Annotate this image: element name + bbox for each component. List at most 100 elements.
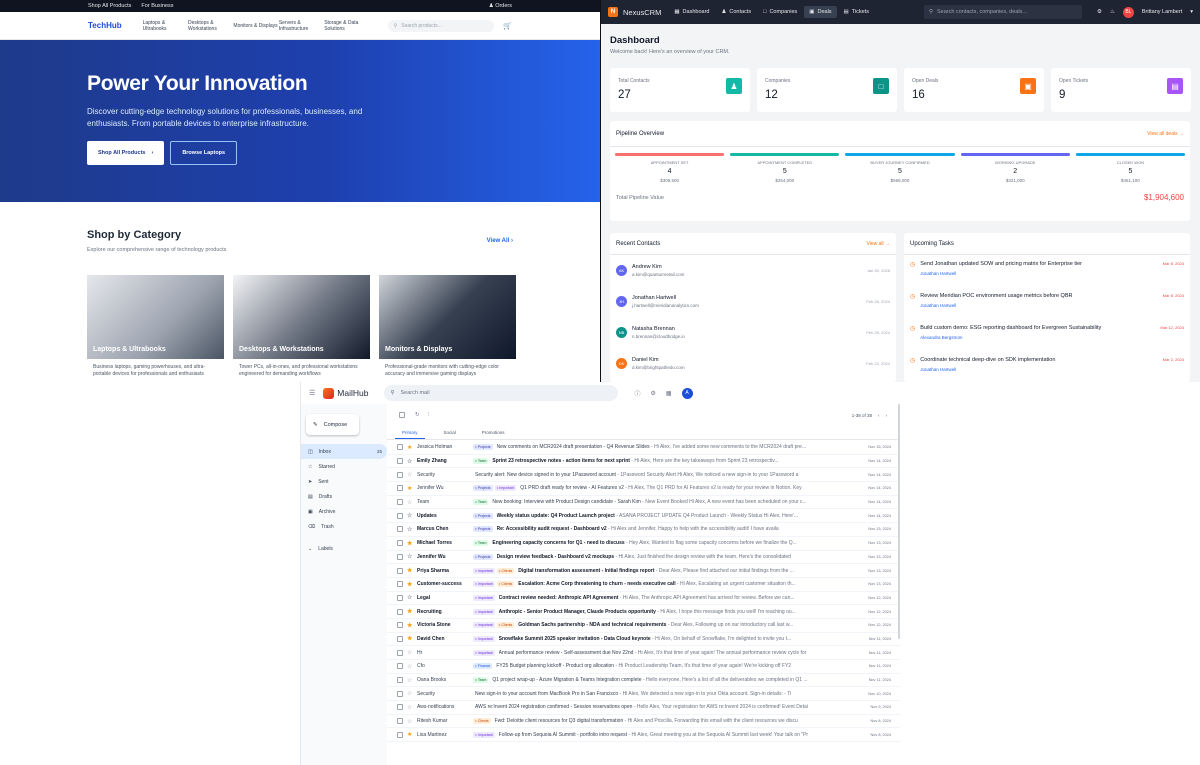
- shop-all-link[interactable]: Shop All Products: [88, 3, 131, 9]
- folder-inbox[interactable]: ◫ Inbox 25: [301, 444, 387, 459]
- row-checkbox[interactable]: [397, 553, 403, 560]
- email-row[interactable]: ☆ Cfo ⭑ Finance FY25 Budget planning kickof…: [387, 660, 900, 674]
- folder-sent[interactable]: ➤ Sent: [301, 474, 387, 489]
- row-checkbox[interactable]: [397, 622, 403, 629]
- techhub-logo[interactable]: TechHub: [88, 21, 122, 30]
- email-row[interactable]: ☆ Marcus Chen ⭑ Projects Re: Accessibility …: [387, 523, 900, 537]
- bell-icon[interactable]: ♨: [1110, 9, 1115, 15]
- user-name[interactable]: Brittany Lambert: [1142, 9, 1182, 15]
- contact-row[interactable]: AK Andrew Kim a.kim@quantumretail.com Jan…: [610, 255, 896, 286]
- folder-drafts[interactable]: ▤ Drafts: [301, 489, 387, 504]
- tab-companies[interactable]: □ Companies: [758, 6, 802, 18]
- task-row[interactable]: ◷ Review Meridian POC environment usage …: [904, 287, 1190, 319]
- for-business-link[interactable]: For Business: [141, 3, 173, 9]
- labels-toggle[interactable]: ⌄ Labels: [301, 546, 387, 552]
- row-checkbox[interactable]: [397, 635, 403, 642]
- row-checkbox[interactable]: [397, 526, 403, 533]
- crm-search-input[interactable]: ⚲ Search contacts, companies, deals...: [923, 5, 1082, 19]
- row-checkbox[interactable]: [397, 512, 403, 519]
- email-row[interactable]: ☆ Security Security alert: New device sign…: [387, 468, 900, 483]
- orders-link[interactable]: ♟ Orders: [489, 3, 512, 9]
- more-vertical-icon[interactable]: ⋮: [426, 412, 432, 418]
- nav-laptops[interactable]: Laptops & Ultrabooks: [143, 20, 188, 32]
- nav-monitors[interactable]: Monitors & Displays: [233, 23, 278, 29]
- row-checkbox[interactable]: [397, 567, 403, 574]
- mailhub-logo[interactable]: MailHub: [323, 387, 368, 399]
- contact-row[interactable]: NB Natasha Brennan n.brennan@cloudbridge.…: [610, 317, 896, 348]
- star-icon[interactable]: ☆: [407, 690, 417, 697]
- browse-laptops-button[interactable]: Browse Laptops: [170, 141, 238, 165]
- star-icon[interactable]: ★: [407, 608, 417, 615]
- tab-primary[interactable]: Primary: [395, 426, 425, 439]
- star-icon[interactable]: ★: [407, 581, 417, 588]
- email-row[interactable]: ★ David Chen ⭑ Important Snowflake Summit 2…: [387, 633, 900, 647]
- row-checkbox[interactable]: [397, 485, 403, 492]
- stat-open-deals[interactable]: Open Deals 16 ▣: [904, 68, 1044, 112]
- star-icon[interactable]: ☆: [407, 649, 417, 656]
- stat-open-tickets[interactable]: Open Tickets 9 ▤: [1051, 68, 1191, 112]
- chevron-right-icon[interactable]: ›: [886, 413, 888, 418]
- row-checkbox[interactable]: [397, 471, 403, 478]
- folder-archive[interactable]: ▣ Archive: [301, 504, 387, 519]
- star-icon[interactable]: ★: [407, 540, 417, 547]
- email-row[interactable]: ☆ Security New sign-in to your account fro…: [387, 687, 900, 702]
- folder-trash[interactable]: ⌫ Trash: [301, 519, 387, 534]
- view-all-deals-link[interactable]: View all deals →: [1147, 131, 1184, 137]
- email-row[interactable]: ☆ Aws-notifications AWS re:Invent 2024 reg…: [387, 701, 900, 715]
- row-checkbox[interactable]: [397, 444, 403, 451]
- user-avatar[interactable]: A: [681, 387, 693, 399]
- email-row[interactable]: ★ Customer-success ⭑ Important ⭑ Clients Esc…: [387, 578, 900, 592]
- contact-row[interactable]: DK Daniel Kim d.kim@brightpathedu.com Feb…: [610, 348, 896, 379]
- email-row[interactable]: ☆ Team ⭑ Team New booking: Interview with P…: [387, 496, 900, 510]
- scrollbar[interactable]: [898, 404, 900, 639]
- cart-icon[interactable]: 🛒: [503, 22, 512, 30]
- compose-button[interactable]: ✎ Compose: [306, 414, 359, 435]
- task-row[interactable]: ◷ Coordinate technical deep-dive on SDK …: [904, 351, 1190, 382]
- nav-desktops[interactable]: Desktops & Workstations: [188, 20, 233, 32]
- row-checkbox[interactable]: [397, 458, 403, 465]
- help-icon[interactable]: ⓘ: [634, 389, 640, 398]
- view-all-link[interactable]: View All ›: [487, 238, 513, 244]
- star-icon[interactable]: ☆: [407, 499, 417, 506]
- tab-tickets[interactable]: ▤ Tickets: [839, 6, 874, 18]
- row-checkbox[interactable]: [397, 690, 403, 697]
- crm-logo-icon[interactable]: N: [608, 7, 618, 17]
- star-icon[interactable]: ☆: [407, 594, 417, 601]
- row-checkbox[interactable]: [397, 663, 403, 670]
- contact-row[interactable]: JH Jonathan Hartwell j.hartwell@meridiana…: [610, 286, 896, 317]
- star-icon[interactable]: ★: [407, 731, 417, 738]
- row-checkbox[interactable]: [397, 581, 403, 588]
- stage-buyer-journey[interactable]: BUYER JOURNEY CONFIRMED 5 $568,000: [845, 153, 955, 183]
- task-row[interactable]: ◷ Send Jonathan updated SOW and pricing …: [904, 255, 1190, 287]
- category-card-laptops[interactable]: Laptops & Ultrabooks Business laptops, g…: [87, 275, 224, 378]
- row-checkbox[interactable]: [397, 649, 403, 656]
- email-row[interactable]: ★ Victoria Stone ⭑ Important ⭑ Clients Goldm…: [387, 619, 900, 633]
- email-row[interactable]: ★ Jennifer Wu ⭑ Projects ⭑ Important Q1 PRD …: [387, 482, 900, 496]
- task-row[interactable]: ◷ Build custom demo: ESG reporting dashb…: [904, 319, 1190, 351]
- stage-closed-won[interactable]: CLOSED WON 5 $451,100: [1075, 153, 1186, 183]
- row-checkbox[interactable]: [397, 677, 403, 684]
- tab-promotions[interactable]: Promotions: [475, 426, 512, 439]
- email-row[interactable]: ★ Michael Torres ⭑ Team Engineering capacit…: [387, 537, 900, 551]
- nav-storage[interactable]: Storage & Data Solutions: [324, 20, 369, 32]
- stage-appointment-completed[interactable]: APPOINTMENT COMPLETED 5 $254,000: [730, 153, 840, 183]
- select-all-checkbox[interactable]: [399, 412, 405, 418]
- star-icon[interactable]: ☆: [407, 512, 417, 519]
- star-icon[interactable]: ★: [407, 444, 417, 451]
- email-row[interactable]: ☆ Hr ⭑ Important Annual performance review …: [387, 646, 900, 660]
- email-row[interactable]: ☆ Legal ⭑ Important Contract review needed:…: [387, 592, 900, 606]
- star-icon[interactable]: ★: [407, 635, 417, 642]
- row-checkbox[interactable]: [397, 718, 403, 725]
- star-icon[interactable]: ☆: [407, 718, 417, 725]
- email-row[interactable]: ★ Recruiting ⭑ Important Anthropic - Senior…: [387, 605, 900, 619]
- mail-search-input[interactable]: ⚲ Search mail: [384, 385, 619, 401]
- email-row[interactable]: ★ Priya Sharma ⭑ Important ⭑ Clients Digital…: [387, 564, 900, 578]
- tab-social[interactable]: Social: [437, 426, 463, 439]
- email-row[interactable]: ☆ Ritesh Kumar ⭑ Clients Fwd: Deloitte clie…: [387, 715, 900, 729]
- email-row[interactable]: ☆ Emily Zhang ⭑ Team Sprint 23 retrospectiv…: [387, 455, 900, 469]
- star-icon[interactable]: ☆: [407, 471, 417, 478]
- row-checkbox[interactable]: [397, 594, 403, 601]
- star-icon[interactable]: ☆: [407, 526, 417, 533]
- email-row[interactable]: ☆ Updates ⭑ Projects Weekly status update: …: [387, 509, 900, 524]
- star-icon[interactable]: ☆: [407, 677, 417, 684]
